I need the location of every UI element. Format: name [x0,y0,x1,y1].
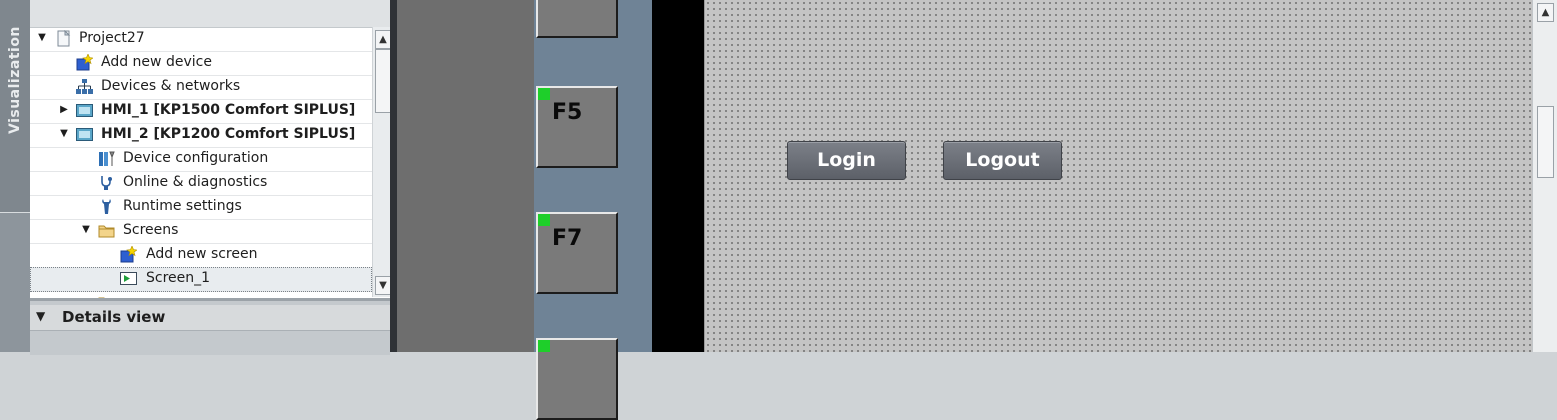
tree-item-add-new-screen[interactable]: Add new screen [30,243,372,268]
tree-item-label: Screen_1 [146,270,211,286]
tree-item-partial [30,291,372,298]
panel-splitter[interactable] [390,0,397,352]
led-indicator [538,340,550,352]
tree-scroll-thumb[interactable] [375,49,391,113]
device-configuration-icon [98,150,115,167]
triangle-down-icon[interactable]: ▼ [58,128,70,140]
tree-item-label: Add new device [101,54,212,70]
triangle-down-icon[interactable]: ▼ [36,32,48,44]
logout-button[interactable]: Logout [943,141,1062,180]
tree-item-label: Online & diagnostics [123,174,268,190]
tree-item-project27[interactable]: ▼ Project27 [30,27,372,52]
details-view-header[interactable]: ▼ Details view [30,305,390,331]
network-icon [76,78,93,95]
hmi-device-icon [76,126,93,143]
triangle-right-icon[interactable]: ▶ [58,104,70,116]
tree-item-label: Screens [123,222,179,238]
led-indicator [538,214,550,226]
tree-item-label: HMI_1 [KP1500 Comfort SIPLUS] [101,102,356,118]
add-screen-icon [120,245,138,263]
details-view-title: Details view [62,308,166,326]
tree-item-label: HMI_2 [KP1200 Comfort SIPLUS] [101,126,356,142]
hmi-bezel-edge [652,0,704,352]
login-button[interactable]: Login [787,141,906,180]
scroll-up-icon[interactable]: ▲ [375,30,391,49]
project-icon [55,29,72,47]
tree-item-hmi-2[interactable]: ▼ HMI_2 [KP1200 Comfort SIPLUS] [30,123,372,148]
folder-icon [98,222,115,239]
function-key[interactable] [536,0,618,38]
hmi-key-strip [534,0,652,352]
add-device-icon [76,53,94,71]
triangle-down-icon[interactable]: ▼ [80,224,92,236]
editor-scrollbar[interactable]: ▲ [1532,0,1557,352]
tree-item-runtime-settings[interactable]: Runtime settings [30,195,372,220]
tree-item-screens[interactable]: ▼ Screens [30,219,372,244]
tree-item-device-configuration[interactable]: Device configuration [30,147,372,172]
screen-icon [120,270,137,287]
hmi-device-icon [76,102,93,119]
scroll-up-icon[interactable]: ▲ [1537,3,1554,22]
tree-item-screen-1[interactable]: Screen_1 [30,267,372,292]
tree-item-devices-networks[interactable]: Devices & networks [30,75,372,100]
details-view-panel: ▼ Details view [30,298,390,355]
tree-item-hmi-1[interactable]: ▶ HMI_1 [KP1500 Comfort SIPLUS] [30,99,372,124]
project-tree: ▼ Project27 Add new device Devices & net… [30,0,391,298]
hmi-bezel [397,0,534,352]
tree-item-label: Devices & networks [101,78,241,94]
side-tab-label: Visualization [7,26,23,134]
chevron-down-icon[interactable]: ▼ [36,309,45,323]
function-key-f5[interactable]: F5 [536,86,618,168]
editor-scroll-thumb[interactable] [1537,106,1554,178]
tree-item-label: Device configuration [123,150,269,166]
tree-item-add-new-device[interactable]: Add new device [30,51,372,76]
led-indicator [538,88,550,100]
scroll-down-icon[interactable]: ▼ [375,276,391,295]
tree-item-label: Runtime settings [123,198,242,214]
function-key[interactable] [536,338,618,420]
diagnostics-icon [98,174,115,191]
project-tree-header [30,0,390,28]
function-key-label: F5 [552,100,583,125]
screen-canvas[interactable]: Login Logout [704,0,1533,352]
visualization-side-tab[interactable]: Visualization [0,0,30,352]
runtime-settings-icon [98,198,115,215]
tree-item-label: Add new screen [146,246,258,262]
tree-item-label: Project27 [79,30,145,46]
function-key-f7[interactable]: F7 [536,212,618,294]
tree-scrollbar[interactable]: ▲ ▼ [372,27,391,297]
tree-item-online-diagnostics[interactable]: Online & diagnostics [30,171,372,196]
function-key-label: F7 [552,226,583,251]
